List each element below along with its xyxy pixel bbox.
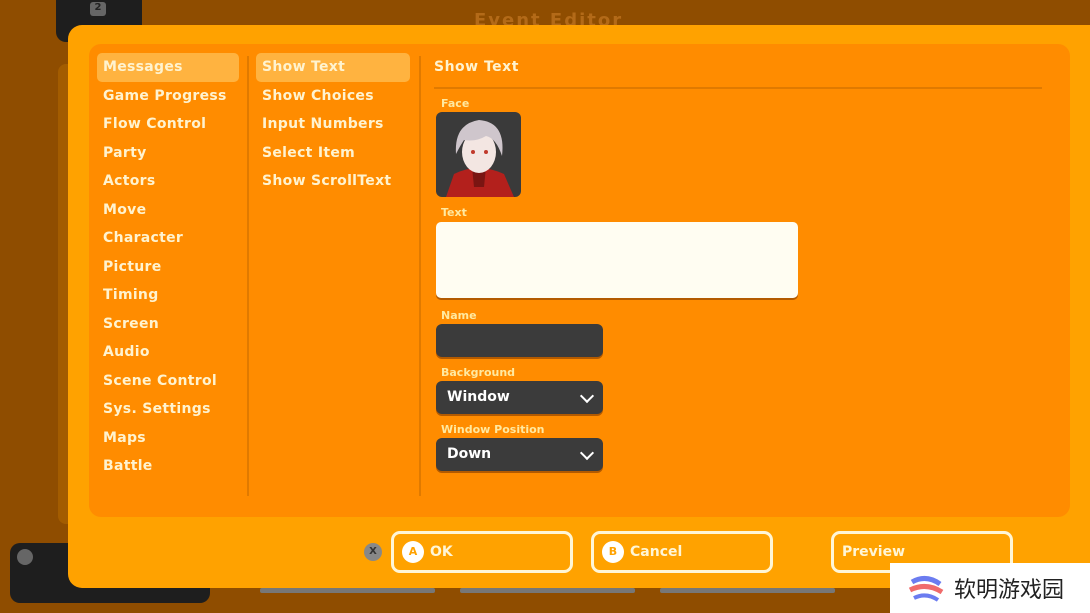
category-maps[interactable]: Maps (97, 424, 239, 453)
category-sys-settings[interactable]: Sys. Settings (97, 395, 239, 424)
command-show-scrolltext[interactable]: Show ScrollText (256, 167, 410, 196)
face-label: Face (441, 97, 470, 110)
divider (247, 56, 249, 496)
divider (434, 87, 1042, 89)
category-audio[interactable]: Audio (97, 338, 239, 367)
chevron-down-icon (579, 445, 595, 461)
watermark-text: 软明游戏园 (954, 578, 1065, 603)
category-scene-control[interactable]: Scene Control (97, 367, 239, 396)
category-timing[interactable]: Timing (97, 281, 239, 310)
window-position-select[interactable]: Down (436, 438, 603, 471)
category-battle[interactable]: Battle (97, 452, 239, 481)
category-actors[interactable]: Actors (97, 167, 239, 196)
page-icon: 2 (90, 2, 106, 16)
ok-button[interactable]: A OK (391, 531, 573, 573)
watermark: 软明游戏园 (890, 563, 1090, 613)
category-game-progress[interactable]: Game Progress (97, 82, 239, 111)
background-bar (460, 588, 635, 593)
text-input[interactable] (436, 222, 798, 298)
category-list: Messages Game Progress Flow Control Party Ac… (97, 53, 239, 481)
command-list: Show Text Show Choices Input Numbers Select… (256, 53, 410, 196)
cancel-label: Cancel (630, 544, 683, 560)
background-select[interactable]: Window (436, 381, 603, 414)
category-messages[interactable]: Messages (97, 53, 239, 82)
command-select-item[interactable]: Select Item (256, 139, 410, 168)
category-move[interactable]: Move (97, 196, 239, 225)
category-party[interactable]: Party (97, 139, 239, 168)
x-button-icon[interactable]: X (364, 543, 382, 561)
command-show-text[interactable]: Show Text (256, 53, 410, 82)
command-show-choices[interactable]: Show Choices (256, 82, 410, 111)
category-flow-control[interactable]: Flow Control (97, 110, 239, 139)
chevron-down-icon (579, 388, 595, 404)
a-button-icon: A (402, 541, 424, 563)
background-value: Window (447, 389, 510, 405)
category-picture[interactable]: Picture (97, 253, 239, 282)
background-bar (260, 588, 435, 593)
divider (419, 56, 421, 496)
face-picker[interactable] (436, 112, 521, 197)
watermark-logo-icon (908, 570, 944, 606)
background-bar (660, 588, 835, 593)
background-label: Background (441, 366, 516, 379)
face-portrait-image (446, 120, 514, 197)
minus-icon (17, 549, 33, 565)
b-button-icon: B (602, 541, 624, 563)
name-label: Name (441, 309, 477, 322)
command-input-numbers[interactable]: Input Numbers (256, 110, 410, 139)
window-position-value: Down (447, 446, 492, 462)
category-screen[interactable]: Screen (97, 310, 239, 339)
cancel-button[interactable]: B Cancel (591, 531, 773, 573)
category-character[interactable]: Character (97, 224, 239, 253)
name-input[interactable] (436, 324, 603, 357)
window-position-label: Window Position (441, 423, 545, 436)
text-label: Text (441, 206, 467, 219)
detail-title: Show Text (434, 59, 519, 75)
ok-label: OK (430, 544, 453, 560)
